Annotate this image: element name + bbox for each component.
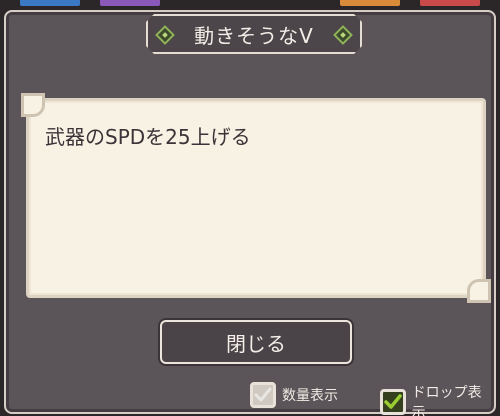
checkbox-box[interactable] (250, 382, 276, 408)
title-plate: 動きそうなV (146, 14, 362, 54)
strip-item (100, 0, 160, 6)
item-description: 武器のSPDを25上げる (45, 125, 251, 149)
drop-display-checkbox[interactable]: ドロップ表示 (380, 382, 494, 416)
checkmark-icon (384, 394, 402, 409)
description-panel: 武器のSPDを25上げる (21, 93, 491, 303)
close-button[interactable]: 閉じる (160, 320, 352, 364)
item-strip-peek (0, 0, 500, 8)
strip-item (340, 0, 400, 6)
checkmark-icon (254, 387, 272, 402)
checkbox-box[interactable] (380, 389, 406, 415)
diamond-ornament-icon (333, 25, 353, 45)
diamond-ornament-icon (155, 25, 175, 45)
drop-display-label: ドロップ表示 (411, 385, 482, 416)
item-detail-dialog: 動きそうなV 武器のSPDを25上げる 閉じる 数量表示 ドロップ表示 (4, 10, 496, 416)
strip-item (420, 0, 480, 6)
strip-item (20, 0, 80, 6)
dialog-title: 動きそうなV (194, 23, 314, 48)
quantity-display-label: 数量表示 (282, 388, 338, 404)
quantity-display-checkbox[interactable]: 数量表示 (250, 382, 338, 408)
